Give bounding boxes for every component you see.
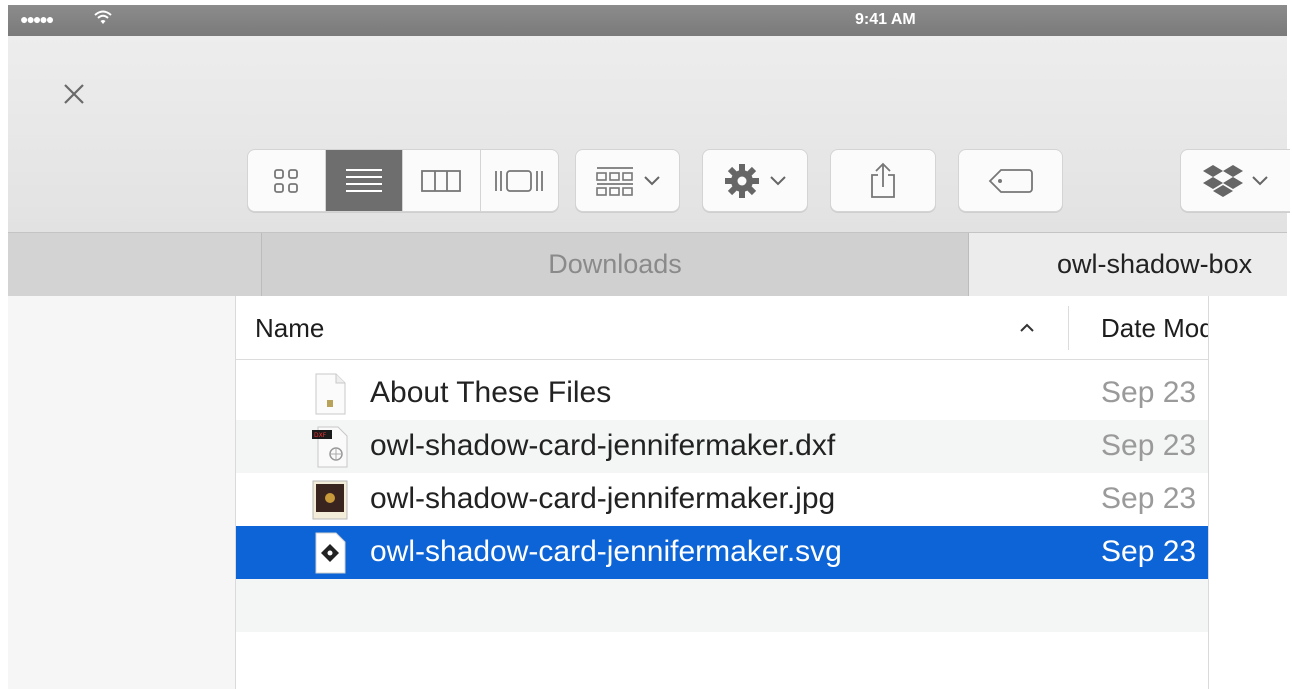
column-separator[interactable] (1068, 306, 1069, 350)
tab-owl-shadow-box[interactable]: owl-shadow-box (969, 233, 1287, 296)
action-menu-button[interactable] (702, 149, 808, 212)
svg-file-icon (315, 532, 346, 574)
cover-flow-icon (495, 169, 544, 192)
sidebar (8, 296, 235, 689)
file-name: owl-shadow-card-jennifermaker.dxf (370, 429, 836, 462)
file-row[interactable]: About These Files Sep 23 (236, 367, 1208, 420)
file-date: Sep 23 (1101, 429, 1197, 462)
wifi-icon (94, 10, 112, 24)
sort-ascending-icon[interactable] (1018, 314, 1036, 340)
tab-left[interactable] (8, 233, 262, 296)
status-time: 9:41 AM (855, 11, 916, 28)
file-row[interactable]: owl-shadow-card-jennifermaker.jpg Sep 23 (236, 473, 1208, 526)
share-icon (871, 162, 895, 198)
finder-toolbar (8, 36, 1290, 232)
list-view-button[interactable] (325, 150, 403, 211)
list-view-icon (345, 168, 382, 192)
close-icon[interactable] (56, 76, 92, 112)
file-date: Sep 23 (1101, 535, 1197, 568)
group-icon (595, 166, 633, 196)
text-file-icon (315, 373, 346, 415)
window-background (1209, 296, 1292, 689)
icon-view-button[interactable] (248, 150, 326, 211)
signal-strength-icon: ●●●●● (20, 11, 54, 27)
file-row-selected[interactable]: owl-shadow-card-jennifermaker.svg Sep 23 (236, 526, 1208, 579)
column-view-button[interactable] (403, 150, 481, 211)
tab-downloads[interactable]: Downloads (262, 233, 969, 296)
column-view-icon (421, 169, 462, 192)
column-header-row: Name Date Modified (236, 296, 1208, 360)
file-date: Sep 23 (1101, 376, 1197, 409)
dropbox-button[interactable] (1180, 149, 1290, 212)
column-header-date[interactable]: Date Modified (1101, 313, 1208, 344)
icon-view-icon (274, 168, 299, 193)
file-list: Name Date Modified About These Files Sep… (235, 296, 1209, 689)
dropbox-icon (1202, 164, 1243, 197)
chevron-down-icon (1251, 175, 1268, 185)
file-row[interactable]: DXF owl-shadow-card-jennifermaker.dxf Se… (236, 420, 1208, 473)
empty-row (236, 632, 1208, 685)
dxf-file-icon: DXF (312, 426, 348, 468)
tag-button[interactable] (958, 149, 1063, 212)
file-name: About These Files (370, 376, 612, 409)
status-bar: ●●●●● 9:41 AM (8, 5, 1287, 36)
group-by-button[interactable] (575, 149, 680, 212)
path-tab-bar: Downloads owl-shadow-box (8, 232, 1287, 296)
chevron-down-icon (770, 175, 786, 185)
svg-text:DXF: DXF (314, 432, 327, 439)
file-name: owl-shadow-card-jennifermaker.jpg (370, 482, 836, 515)
file-name: owl-shadow-card-jennifermaker.svg (370, 535, 842, 568)
file-date: Sep 23 (1101, 482, 1197, 515)
tag-icon (988, 168, 1033, 193)
column-header-name[interactable]: Name (255, 313, 324, 344)
share-button[interactable] (830, 149, 936, 212)
empty-row (236, 579, 1208, 632)
view-mode-segmented-control (247, 149, 559, 212)
cover-flow-button[interactable] (481, 150, 559, 211)
gear-icon (725, 163, 759, 198)
chevron-down-icon (643, 175, 660, 185)
jpg-file-icon (312, 480, 348, 520)
